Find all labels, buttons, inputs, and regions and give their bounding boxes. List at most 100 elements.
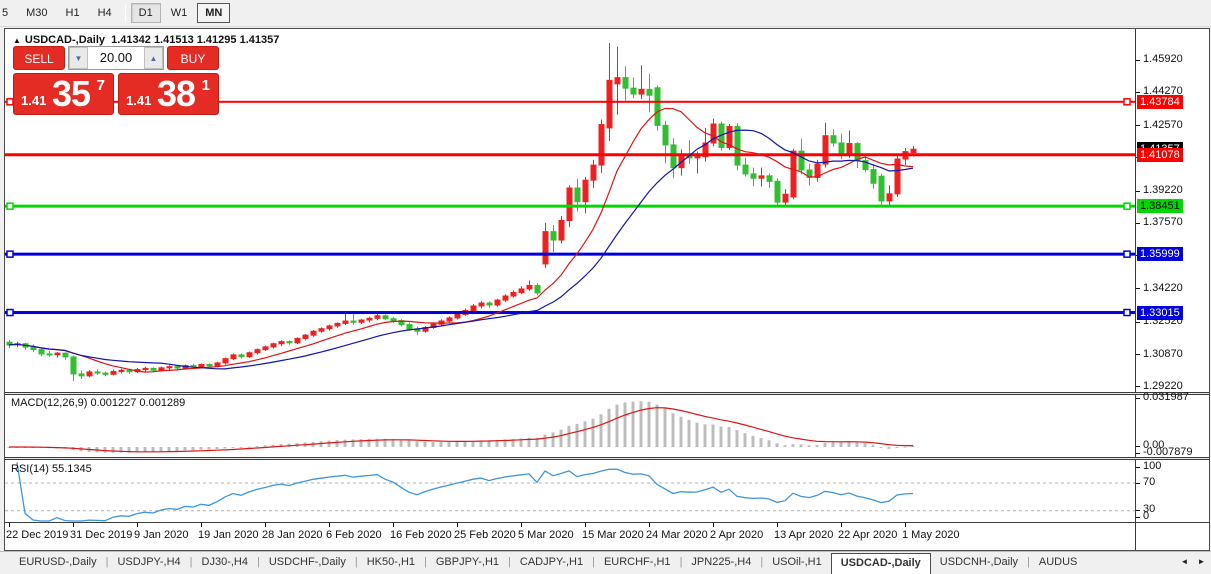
tab-usdcad-daily[interactable]: USDCAD-,Daily bbox=[831, 553, 931, 574]
volume-increase-icon[interactable]: ▲ bbox=[144, 47, 163, 69]
macd-histogram-bar bbox=[464, 441, 467, 447]
volume-decrease-icon[interactable]: ▼ bbox=[69, 47, 88, 69]
macd-histogram-bar bbox=[112, 447, 115, 453]
price-tick-mark bbox=[1136, 354, 1140, 355]
candle-body bbox=[559, 220, 564, 240]
price-tick-label: 1.34220 bbox=[1143, 282, 1183, 294]
candle-body bbox=[407, 325, 412, 329]
level-drag-handle[interactable] bbox=[1124, 99, 1130, 105]
candle-body bbox=[735, 127, 740, 166]
candle-body bbox=[143, 368, 148, 369]
macd-axis-label: 0.031987 bbox=[1143, 391, 1189, 403]
date-tick-mark bbox=[521, 523, 522, 527]
macd-histogram-bar bbox=[440, 442, 443, 447]
candle-body bbox=[759, 176, 764, 178]
macd-histogram-bar bbox=[624, 402, 627, 447]
candle-body bbox=[111, 372, 116, 375]
macd-histogram-bar bbox=[784, 445, 787, 447]
timeframe-button-h1[interactable]: H1 bbox=[58, 3, 88, 23]
tab-audus[interactable]: AUDUS bbox=[1030, 552, 1087, 574]
price-tick-mark bbox=[1136, 223, 1140, 224]
timeframe-button-mn[interactable]: MN bbox=[197, 3, 230, 23]
macd-histogram-bar bbox=[104, 447, 107, 453]
macd-axis-label: -0.007879 bbox=[1143, 446, 1193, 458]
level-drag-handle[interactable] bbox=[7, 203, 13, 209]
price-badge: 1.43784 bbox=[1137, 95, 1183, 109]
timeframe-button-5[interactable]: 5 bbox=[0, 3, 16, 23]
timeframe-button-d1[interactable]: D1 bbox=[131, 3, 161, 23]
price-tick-label: 1.45920 bbox=[1143, 53, 1183, 65]
candle-body bbox=[327, 326, 332, 329]
macd-tick-mark bbox=[1136, 453, 1140, 454]
buy-button[interactable]: BUY bbox=[167, 46, 219, 70]
collapse-arrow-icon[interactable]: ▲ bbox=[13, 36, 21, 45]
candle-body bbox=[535, 285, 540, 292]
date-tick-label: 25 Feb 2020 bbox=[454, 529, 516, 541]
macd-histogram-bar bbox=[168, 447, 171, 451]
volume-input[interactable]: 20.00 bbox=[88, 47, 144, 69]
tab-jpn225-h4[interactable]: JPN225-,H4 bbox=[682, 552, 760, 574]
macd-histogram-bar bbox=[416, 441, 419, 447]
candle-body bbox=[743, 165, 748, 174]
tab-usdjpy-h4[interactable]: USDJPY-,H4 bbox=[108, 552, 189, 574]
timeframe-button-h4[interactable]: H4 bbox=[90, 3, 120, 23]
date-tick-label: 22 Dec 2019 bbox=[6, 529, 68, 541]
tab-eurchf-h1[interactable]: EURCHF-,H1 bbox=[595, 552, 680, 574]
timeframe-button-m30[interactable]: M30 bbox=[18, 3, 55, 23]
candle-body bbox=[487, 303, 492, 305]
date-tick-mark bbox=[137, 523, 138, 527]
macd-histogram-bar bbox=[208, 447, 211, 449]
macd-histogram-bar bbox=[456, 442, 459, 447]
candle-body bbox=[231, 355, 236, 359]
candle-body bbox=[47, 354, 52, 355]
candle-body bbox=[647, 89, 652, 95]
tab-cadjpy-h1[interactable]: CADJPY-,H1 bbox=[511, 552, 592, 574]
tab-dj30-h4[interactable]: DJ30-,H4 bbox=[193, 552, 257, 574]
macd-histogram-bar bbox=[792, 444, 795, 447]
date-axis-line bbox=[5, 522, 1209, 523]
candle-body bbox=[615, 78, 620, 84]
macd-histogram-bar bbox=[192, 447, 195, 450]
buy-price-box[interactable]: 1.41 38 1 bbox=[118, 73, 219, 115]
tab-usdcnh-daily[interactable]: USDCNH-,Daily bbox=[931, 552, 1027, 574]
candle-body bbox=[503, 296, 508, 300]
macd-histogram-bar bbox=[216, 447, 219, 449]
price-level-line[interactable] bbox=[5, 311, 1135, 314]
sell-price-pip: 7 bbox=[97, 77, 105, 94]
sell-button[interactable]: SELL bbox=[13, 46, 65, 70]
level-drag-handle[interactable] bbox=[1124, 203, 1130, 209]
sell-price-box[interactable]: 1.41 35 7 bbox=[13, 73, 114, 115]
macd-histogram-bar bbox=[248, 447, 251, 448]
tab-gbpjpy-h1[interactable]: GBPJPY-,H1 bbox=[427, 552, 508, 574]
rsi-axis-label: 70 bbox=[1143, 476, 1155, 488]
macd-histogram-bar bbox=[200, 447, 203, 450]
level-drag-handle[interactable] bbox=[7, 251, 13, 257]
rsi-pane-divider[interactable] bbox=[5, 457, 1209, 460]
price-level-line[interactable] bbox=[5, 153, 1135, 156]
tab-hk50-h1[interactable]: HK50-,H1 bbox=[358, 552, 424, 574]
tab-usdchf-daily[interactable]: USDCHF-,Daily bbox=[260, 552, 355, 574]
tab-usoil-h1[interactable]: USOil-,H1 bbox=[763, 552, 831, 574]
tab-scroll-right-icon[interactable]: ► bbox=[1194, 555, 1209, 570]
tab-scroll-left-icon[interactable]: ◄ bbox=[1177, 555, 1192, 570]
candle-body bbox=[655, 88, 660, 126]
candle-body bbox=[167, 367, 172, 368]
candle-body bbox=[87, 372, 92, 376]
level-drag-handle[interactable] bbox=[1124, 310, 1130, 316]
candle-body bbox=[831, 136, 836, 143]
date-tick-mark bbox=[713, 523, 714, 527]
candle-body bbox=[671, 145, 676, 168]
price-level-line[interactable] bbox=[5, 253, 1135, 256]
candle-body bbox=[119, 370, 124, 371]
macd-pane-divider[interactable] bbox=[5, 392, 1209, 395]
one-click-trade-panel: SELL ▼ 20.00 ▲ BUY 1.41 35 7 1.41 38 1 bbox=[13, 46, 219, 115]
level-drag-handle[interactable] bbox=[7, 310, 13, 316]
level-drag-handle[interactable] bbox=[1124, 251, 1130, 257]
candle-body bbox=[871, 170, 876, 184]
timeframe-button-w1[interactable]: W1 bbox=[163, 3, 196, 23]
tab-eurusd-daily[interactable]: EURUSD-,Daily bbox=[10, 552, 106, 574]
rsi-tick-mark bbox=[1136, 510, 1140, 511]
chart-title: ▲USDCAD-,Daily 1.41342 1.41513 1.41295 1… bbox=[13, 34, 279, 46]
buy-price-big: 38 bbox=[157, 73, 195, 115]
price-level-line[interactable] bbox=[5, 205, 1135, 208]
